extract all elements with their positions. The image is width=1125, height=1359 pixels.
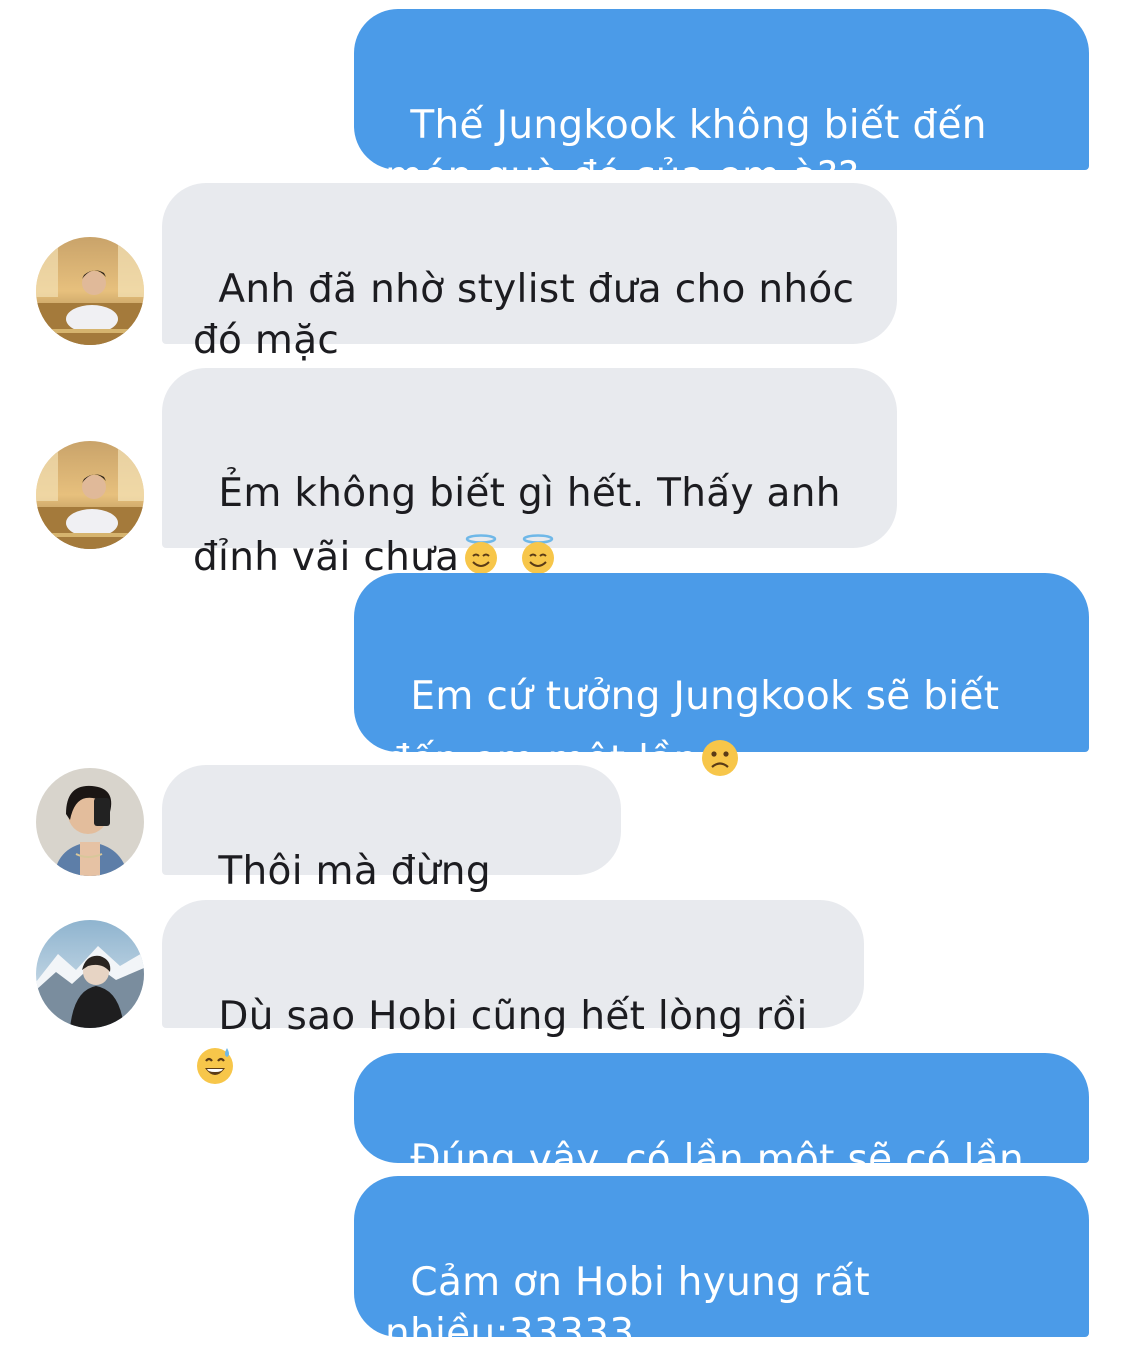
message-bubble-outgoing[interactable]: Đúng vậy, có lần một sẽ có lần hai bbox=[354, 1053, 1089, 1233]
avatar[interactable] bbox=[36, 441, 144, 549]
grinning-face-with-sweat-emoji bbox=[194, 1044, 236, 1086]
avatar[interactable] bbox=[36, 237, 144, 345]
smiling-face-with-halo-emoji bbox=[460, 534, 502, 576]
message-bubble-incoming[interactable]: Ẻm không biết gì hết. Thấy anh đỉnh vãi … bbox=[162, 368, 897, 580]
slightly-frowning-face-emoji bbox=[699, 737, 741, 779]
message-text: Anh đã nhờ stylist đưa cho nhóc đó mặc bbox=[193, 267, 855, 363]
message-bubble-outgoing[interactable]: Em cứ tưởng Jungkook sẽ biết đến em một … bbox=[354, 573, 1089, 783]
message-bubble-incoming[interactable]: Dù sao Hobi cũng hết lòng rồi bbox=[162, 900, 864, 1084]
message-bubble-incoming[interactable]: Thôi mà đừng buồn bbox=[162, 765, 621, 945]
avatar[interactable] bbox=[36, 768, 144, 876]
avatar[interactable] bbox=[36, 920, 144, 1028]
message-text: Cảm ơn Hobi hyung rất nhiều:33333 bbox=[385, 1260, 870, 1356]
smiling-face-with-halo-emoji bbox=[517, 534, 559, 576]
message-text: Dù sao Hobi cũng hết lòng rồi bbox=[218, 994, 808, 1039]
message-bubble-incoming[interactable]: Anh đã nhờ stylist đưa cho nhóc đó mặc bbox=[162, 183, 897, 363]
message-bubble-outgoing[interactable]: Cảm ơn Hobi hyung rất nhiều:33333 bbox=[354, 1176, 1089, 1356]
message-bubble-outgoing[interactable]: Thế Jungkook không biết đến món quà đó c… bbox=[354, 9, 1089, 199]
